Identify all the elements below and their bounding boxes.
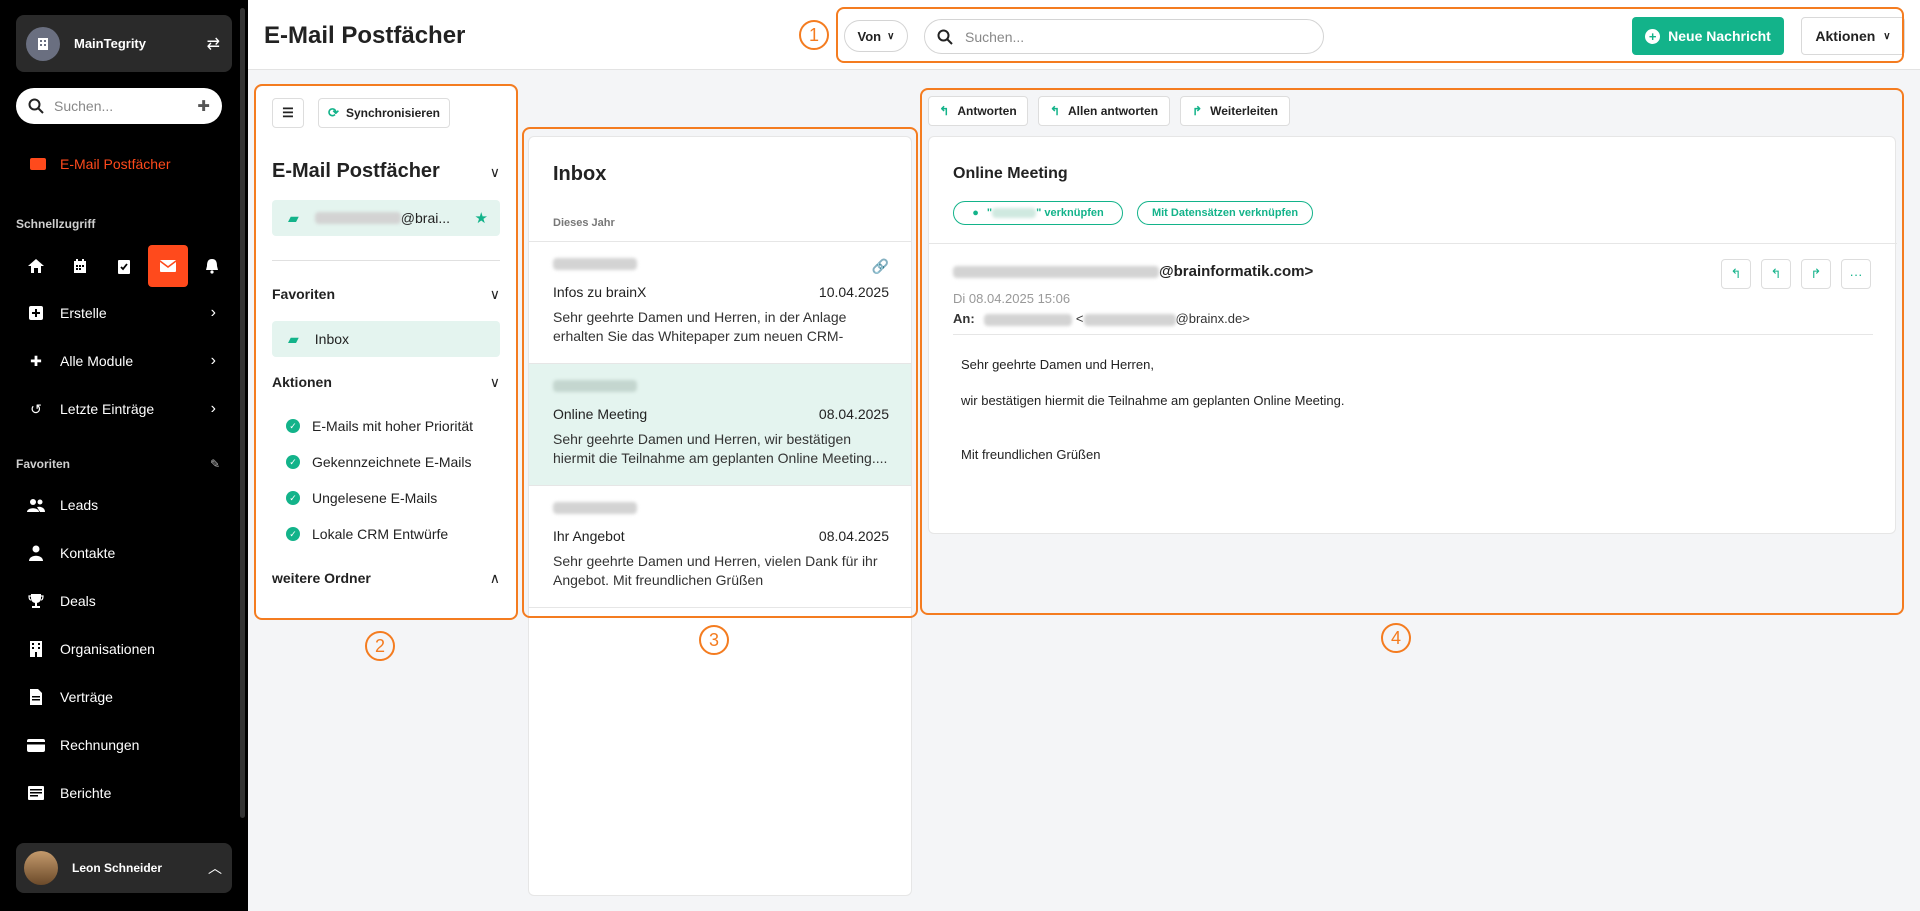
sidebar-item-label: Alle Module	[60, 353, 134, 369]
company-name: MainTegrity	[74, 36, 146, 51]
callout-number-4: 4	[1381, 623, 1411, 653]
page-title: E-Mail Postfächer	[264, 22, 466, 49]
swap-icon[interactable]: ⇄	[207, 34, 220, 54]
envelope-icon	[30, 158, 46, 170]
sidebar-item-label: Rechnungen	[60, 737, 140, 753]
callout-outline-3	[522, 127, 918, 618]
chevron-right-icon: ›	[210, 400, 216, 417]
report-icon	[26, 783, 46, 803]
sidebar-item-label: Organisationen	[60, 641, 155, 657]
trophy-icon	[26, 591, 46, 611]
plus-square-icon	[26, 303, 46, 323]
sidebar-item-deals[interactable]: Deals	[26, 591, 216, 611]
quick-access-bar	[16, 245, 232, 287]
calendar-icon[interactable]	[60, 245, 100, 287]
search-icon	[28, 98, 44, 114]
history-icon: ↺	[30, 400, 42, 417]
user-menu[interactable]: Leon Schneider ︿	[16, 843, 232, 893]
callout-number-2: 2	[365, 631, 395, 661]
callout-outline-4	[920, 88, 1904, 615]
favorites-label: Favoriten	[16, 457, 71, 471]
sidebar-item-label: Deals	[60, 593, 96, 609]
sidebar-item-contacts[interactable]: Kontakte	[26, 543, 216, 563]
chevron-right-icon: ›	[210, 352, 216, 369]
sidebar-item-leads[interactable]: Leads	[26, 495, 216, 515]
user-icon	[26, 543, 46, 563]
user-name: Leon Schneider	[72, 861, 163, 875]
quick-access-label: Schnellzugriff	[16, 217, 96, 231]
building-icon	[26, 26, 60, 61]
sidebar-item-create[interactable]: Erstelle ›	[26, 303, 216, 323]
chevron-up-icon[interactable]: ︿	[208, 858, 222, 878]
sidebar-search-placeholder: Suchen...	[54, 98, 114, 114]
email-icon[interactable]	[148, 245, 188, 287]
puzzle-icon: ✚	[30, 352, 42, 369]
sidebar-scrollbar[interactable]	[240, 8, 245, 818]
sidebar-item-label: E-Mail Postfächer	[60, 156, 171, 172]
credit-card-icon	[26, 735, 46, 755]
sidebar-item-invoices[interactable]: Rechnungen	[26, 735, 216, 755]
chevron-right-icon: ›	[210, 304, 216, 321]
clipboard-check-icon[interactable]	[104, 245, 144, 287]
sidebar-item-label: Leads	[60, 497, 99, 513]
sidebar-item-recent-entries[interactable]: ↺ Letzte Einträge ›	[26, 399, 216, 419]
sidebar-item-label: Erstelle	[60, 305, 107, 321]
sidebar-item-reports[interactable]: Berichte	[26, 783, 216, 803]
company-switcher[interactable]: MainTegrity ⇄	[16, 15, 232, 72]
sidebar-item-label: Kontakte	[60, 545, 116, 561]
sidebar-item-organizations[interactable]: Organisationen	[26, 639, 216, 659]
document-icon	[26, 687, 46, 707]
callout-number-1: 1	[799, 20, 829, 50]
sidebar-item-email-mailboxes[interactable]: E-Mail Postfächer	[30, 156, 170, 172]
sidebar: MainTegrity ⇄ Suchen... ✚ E-Mail Postfäc…	[0, 0, 248, 911]
pencil-icon[interactable]: ✎	[210, 457, 220, 471]
bell-icon[interactable]	[192, 245, 232, 287]
home-icon[interactable]	[16, 245, 56, 287]
callout-outline-1	[836, 7, 1904, 63]
sidebar-item-label: Berichte	[60, 785, 112, 801]
building-icon	[26, 639, 46, 659]
sidebar-item-label: Verträge	[60, 689, 113, 705]
sidebar-item-all-modules[interactable]: ✚ Alle Module ›	[26, 351, 216, 371]
sidebar-search[interactable]: Suchen... ✚	[16, 88, 222, 124]
sidebar-item-label: Letzte Einträge	[60, 401, 155, 417]
puzzle-icon[interactable]: ✚	[197, 97, 210, 115]
users-icon	[26, 495, 46, 515]
sidebar-item-contracts[interactable]: Verträge	[26, 687, 216, 707]
callout-outline-2	[254, 84, 518, 620]
callout-number-3: 3	[699, 625, 729, 655]
avatar	[24, 851, 58, 885]
